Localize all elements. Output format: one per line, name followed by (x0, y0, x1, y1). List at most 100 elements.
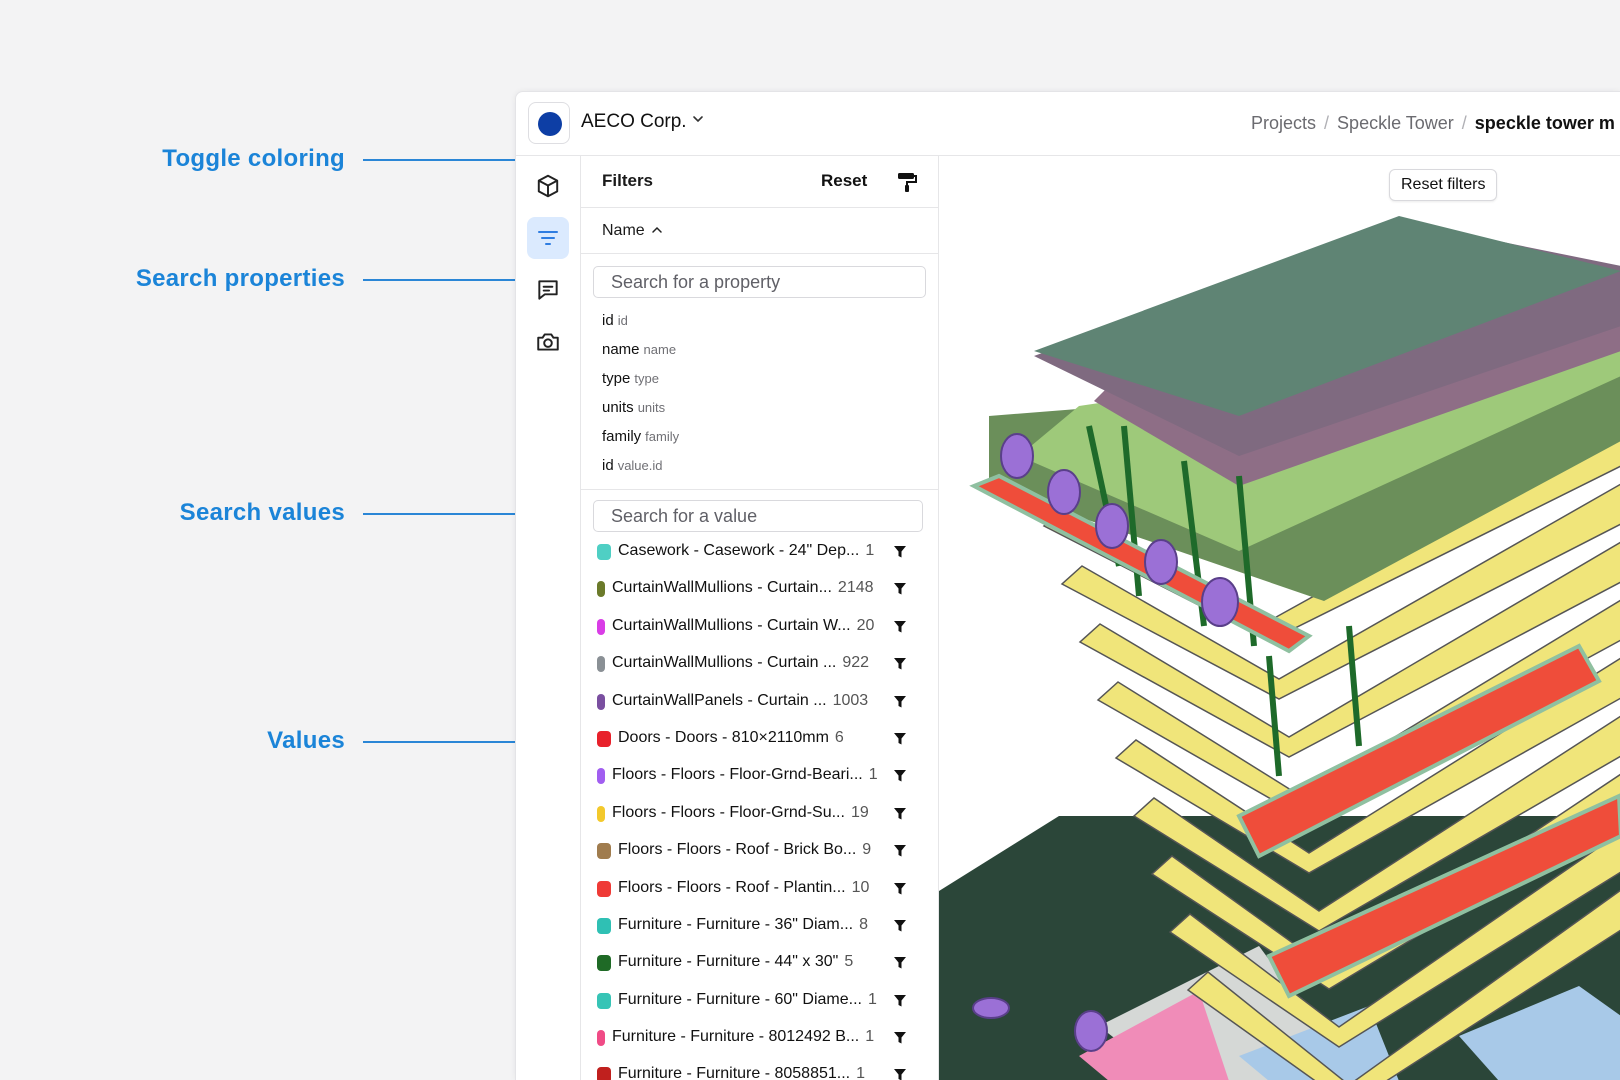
color-swatch (597, 955, 611, 972)
property-key: id (602, 457, 614, 474)
value-label-group: Furniture - Furniture - 44" x 30" 5 (618, 953, 853, 971)
color-swatch (597, 544, 611, 560)
property-item[interactable]: name name (602, 335, 679, 364)
value-item[interactable]: Doors - Doors - 810×2110mm 6 (581, 721, 938, 758)
value-item[interactable]: Furniture - Furniture - 44" x 30" 5 (581, 945, 938, 982)
filter-funnel-icon[interactable] (893, 1031, 907, 1045)
breadcrumb-model[interactable]: speckle tower m (1475, 113, 1615, 133)
snapshot-button[interactable] (527, 321, 569, 363)
filter-funnel-icon[interactable] (893, 732, 907, 746)
sort-row[interactable]: Name (581, 208, 938, 254)
breadcrumb-separator: / (1461, 113, 1467, 133)
filters-button[interactable] (527, 217, 569, 259)
property-list: id id name name type type units units family fami… (602, 306, 679, 480)
property-search[interactable] (593, 266, 926, 298)
value-label: CurtainWallPanels - Curtain ... (612, 691, 827, 709)
value-item[interactable]: Casework - Casework - 24" Dep... 1 (581, 534, 938, 571)
annotation-label: Search values (179, 499, 345, 526)
value-label-group: Furniture - Furniture - 36" Diam... 8 (618, 916, 868, 934)
property-key: family (602, 428, 642, 445)
workspace-name[interactable]: AECO Corp. (581, 111, 687, 133)
value-label-group: CurtainWallMullions - Curtain W... 20 (612, 617, 874, 635)
value-label-group: CurtainWallMullions - Curtain ... 922 (612, 654, 869, 672)
paint-roller-icon[interactable] (895, 170, 919, 194)
filter-funnel-icon[interactable] (893, 844, 907, 858)
value-label-group: Casework - Casework - 24" Dep... 1 (618, 542, 874, 560)
reset-button[interactable]: Reset (821, 171, 867, 191)
property-item[interactable]: id value.id (602, 451, 679, 480)
value-count: 1 (856, 1065, 866, 1080)
filter-funnel-icon[interactable] (893, 882, 907, 896)
filter-funnel-icon[interactable] (893, 582, 907, 596)
breadcrumb: Projects / Speckle Tower / speckle tower m (1251, 113, 1615, 134)
property-item[interactable]: units units (602, 393, 679, 422)
reset-filters-button[interactable]: Reset filters (1389, 169, 1498, 201)
property-item[interactable]: family family (602, 422, 679, 451)
value-item[interactable]: CurtainWallMullions - Curtain W... 20 (581, 609, 938, 646)
filter-funnel-icon[interactable] (893, 1068, 907, 1080)
value-count: 1 (867, 990, 877, 1008)
filter-funnel-icon[interactable] (893, 657, 907, 671)
value-label-group: Furniture - Furniture - 8012492 B... 1 (612, 1028, 874, 1046)
discussions-button[interactable] (527, 269, 569, 311)
value-item[interactable]: Furniture - Furniture - 60" Diame... 1 (581, 983, 938, 1020)
value-label: Furniture - Furniture - 44" x 30" (618, 953, 839, 971)
annotation-search-values: Search values (0, 498, 585, 528)
filter-funnel-icon[interactable] (893, 620, 907, 634)
value-item[interactable]: Furniture - Furniture - 8012492 B... 1 (581, 1020, 938, 1057)
filter-funnel-icon[interactable] (893, 956, 907, 970)
value-item[interactable]: Furniture - Furniture - 8058851... 1 (581, 1057, 938, 1080)
property-path: id (617, 313, 628, 328)
property-key: name (602, 341, 640, 358)
value-label: CurtainWallMullions - Curtain ... (612, 654, 837, 672)
value-label-group: Floors - Floors - Floor-Grnd-Su... 19 (612, 804, 869, 822)
property-key: id (602, 312, 614, 329)
value-item[interactable]: Floors - Floors - Roof - Plantin... 10 (581, 871, 938, 908)
filter-funnel-icon[interactable] (893, 994, 907, 1008)
filters-header: Filters Reset (581, 156, 938, 208)
chevron-down-icon[interactable] (691, 112, 705, 126)
left-toolbar (516, 156, 581, 1080)
value-item[interactable]: Furniture - Furniture - 36" Diam... 8 (581, 908, 938, 945)
value-label-group: CurtainWallMullions - Curtain... 2148 (612, 579, 874, 597)
value-item[interactable]: CurtainWallMullions - Curtain ... 922 (581, 646, 938, 683)
cube-icon (537, 174, 559, 198)
value-item[interactable]: Floors - Floors - Roof - Brick Bo... 9 (581, 833, 938, 870)
value-count: 1 (865, 542, 875, 559)
value-label-group: Floors - Floors - Roof - Plantin... 10 (618, 879, 869, 897)
value-count: 20 (856, 616, 875, 634)
3d-viewport[interactable]: Reset filters (939, 156, 1620, 1080)
value-count: 2148 (837, 579, 874, 597)
property-search-input[interactable] (594, 267, 925, 297)
workspace-logo (538, 112, 562, 136)
property-item[interactable]: id id (602, 306, 679, 335)
breadcrumb-projects[interactable]: Projects (1251, 113, 1316, 133)
color-swatch (597, 730, 611, 747)
value-count: 8 (859, 915, 868, 933)
sort-label[interactable]: Name (602, 222, 645, 240)
property-key: units (602, 399, 634, 416)
filter-funnel-icon[interactable] (893, 545, 907, 559)
filter-funnel-icon[interactable] (893, 919, 907, 933)
annotation-toggle-coloring: Toggle coloring (0, 144, 892, 174)
filter-funnel-icon[interactable] (893, 807, 907, 821)
value-label: Furniture - Furniture - 36" Diam... (618, 915, 854, 933)
value-item[interactable]: CurtainWallMullions - Curtain... 2148 (581, 571, 938, 608)
breadcrumb-project[interactable]: Speckle Tower (1337, 113, 1454, 133)
workspace-avatar[interactable] (528, 102, 570, 144)
filter-funnel-icon[interactable] (893, 769, 907, 783)
models-button[interactable] (527, 165, 569, 207)
value-label: CurtainWallMullions - Curtain W... (612, 616, 851, 634)
value-count: 6 (834, 728, 844, 746)
filter-funnel-icon[interactable] (893, 695, 907, 709)
annotation-label: Toggle coloring (162, 145, 345, 172)
value-item[interactable]: Floors - Floors - Floor-Grnd-Beari... 1 (581, 758, 938, 795)
value-label: Casework - Casework - 24" Dep... (618, 542, 860, 559)
chevron-up-icon[interactable] (651, 224, 663, 236)
value-item[interactable]: CurtainWallPanels - Curtain ... 1003 (581, 684, 938, 721)
color-swatch (597, 768, 605, 785)
value-search-input[interactable] (594, 501, 922, 531)
value-item[interactable]: Floors - Floors - Floor-Grnd-Su... 19 (581, 796, 938, 833)
value-search[interactable] (593, 500, 923, 532)
property-item[interactable]: type type (602, 364, 679, 393)
